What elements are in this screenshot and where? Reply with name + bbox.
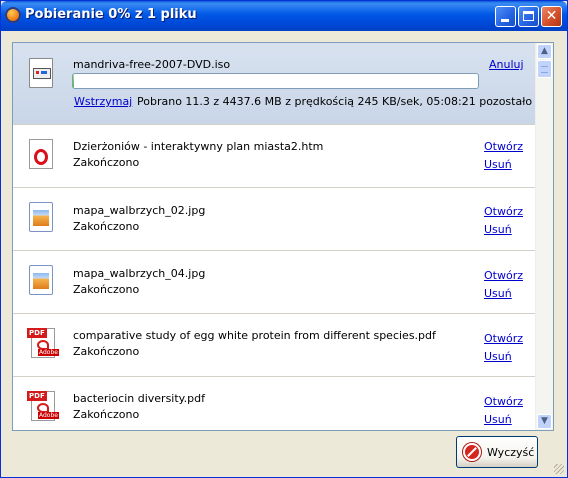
download-progress-bar <box>72 73 479 89</box>
file-status: Zakończono <box>73 220 140 233</box>
open-link[interactable]: Otwórz <box>484 269 523 282</box>
open-link[interactable]: Otwórz <box>484 395 523 408</box>
close-button[interactable]: ✕ <box>541 6 562 27</box>
pdf-file-icon: PDF Adobe <box>27 328 59 358</box>
file-name: comparative study of egg white protein f… <box>73 329 436 342</box>
vertical-scrollbar[interactable]: ▲ ▼ <box>535 43 553 430</box>
remove-link[interactable]: Usuń <box>484 158 512 171</box>
generic-file-icon <box>29 58 53 88</box>
close-icon: ✕ <box>545 8 558 24</box>
list-item[interactable]: mapa_walbrzych_04.jpg Zakończono Otwórz … <box>13 251 536 314</box>
image-file-icon <box>29 265 53 295</box>
downloads-list[interactable]: mandriva-free-2007-DVD.iso Anuluj Wstrzy… <box>12 42 554 431</box>
download-manager-window: Pobieranie 0% z 1 pliku ✕ mandriva-free-… <box>0 0 568 478</box>
maximize-icon <box>523 11 534 21</box>
list-item[interactable]: mapa_walbrzych_02.jpg Zakończono Otwórz … <box>13 188 536 251</box>
minimize-icon <box>501 19 509 22</box>
open-link[interactable]: Otwórz <box>484 140 523 153</box>
image-file-icon <box>29 202 53 232</box>
firefox-icon <box>5 7 21 23</box>
file-status: Zakończono <box>73 156 140 169</box>
title-bar[interactable]: Pobieranie 0% z 1 pliku ✕ <box>1 1 567 31</box>
file-name: mapa_walbrzych_02.jpg <box>73 204 206 217</box>
file-status: Zakończono <box>73 345 140 358</box>
minimize-button[interactable] <box>495 6 516 27</box>
open-link[interactable]: Otwórz <box>484 332 523 345</box>
list-item[interactable]: PDF Adobe comparative study of egg white … <box>13 314 536 377</box>
progress-fill <box>73 74 74 88</box>
file-status: Zakończono <box>73 408 140 421</box>
window-title: Pobieranie 0% z 1 pliku <box>25 7 197 22</box>
file-name: bacteriocin diversity.pdf <box>73 392 205 405</box>
remove-link[interactable]: Usuń <box>484 287 512 300</box>
pdf-file-icon: PDF Adobe <box>27 391 59 421</box>
remove-link[interactable]: Usuń <box>484 413 512 426</box>
cancel-link[interactable]: Anuluj <box>489 58 524 71</box>
maximize-button[interactable] <box>518 6 539 27</box>
clear-button-label: Wyczyść <box>487 446 535 459</box>
scroll-thumb[interactable] <box>537 60 552 78</box>
open-link[interactable]: Otwórz <box>484 205 523 218</box>
download-status-text: Pobrano 11.3 z 4437.6 MB z prędkością 24… <box>137 95 533 108</box>
file-name: mapa_walbrzych_04.jpg <box>73 267 206 280</box>
list-item[interactable]: Dzierżoniów - interaktywny plan miasta2.… <box>13 125 536 188</box>
resize-grip[interactable] <box>554 464 564 474</box>
remove-link[interactable]: Usuń <box>484 350 512 363</box>
list-item[interactable]: PDF Adobe bacteriocin diversity.pdf Zakoń… <box>13 377 536 430</box>
file-name: mandriva-free-2007-DVD.iso <box>73 58 231 71</box>
opera-html-icon <box>29 139 53 169</box>
file-status: Zakończono <box>73 283 140 296</box>
remove-link[interactable]: Usuń <box>484 223 512 236</box>
scroll-down-button[interactable]: ▼ <box>537 414 552 429</box>
list-item-active-download[interactable]: mandriva-free-2007-DVD.iso Anuluj Wstrzy… <box>13 43 536 125</box>
clear-list-button[interactable]: Wyczyść <box>456 436 538 468</box>
pause-link[interactable]: Wstrzymaj <box>74 95 132 108</box>
file-name: Dzierżoniów - interaktywny plan miasta2.… <box>73 140 324 153</box>
scroll-up-button[interactable]: ▲ <box>537 44 552 59</box>
clear-icon <box>463 443 481 461</box>
